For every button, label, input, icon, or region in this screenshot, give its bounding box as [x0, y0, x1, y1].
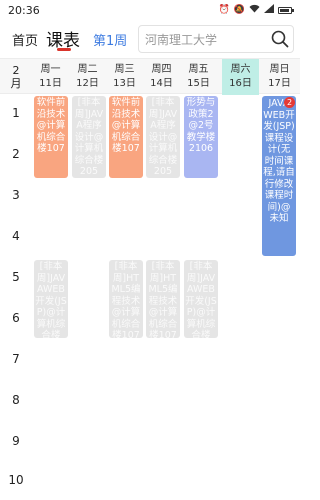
month-label: 2 月: [0, 59, 32, 95]
day-name: 周六: [230, 64, 251, 75]
home-tab[interactable]: 首页: [12, 30, 38, 49]
wifi-icon: [249, 4, 260, 16]
search-box[interactable]: 河南理工大学: [138, 25, 294, 53]
period-label: 5: [12, 269, 20, 284]
course-block[interactable]: 软件前沿技术@计算机综合楼107: [109, 96, 143, 178]
period-label: 7: [12, 351, 20, 366]
day-date: 16日: [229, 78, 252, 89]
course-text: [非本周]JAVA程序设计@计算机综合楼205: [74, 97, 104, 177]
day-date: 12日: [76, 78, 99, 89]
period-label: 2: [12, 146, 20, 161]
top-nav: 首页 课表 第1周 河南理工大学: [0, 20, 300, 58]
day-name: 周日: [269, 64, 290, 75]
search-input[interactable]: 河南理工大学: [145, 31, 267, 48]
period-label: 4: [12, 228, 20, 243]
month-number: 2: [12, 64, 20, 77]
course-block[interactable]: [非本周]JAVA程序设计@计算机综合楼205: [72, 96, 106, 178]
day-header-sat: 周六 16日: [222, 59, 259, 95]
course-text: 软件前沿技术@计算机综合楼107: [36, 97, 66, 154]
day-name: 周四: [151, 64, 172, 75]
day-date: 11日: [39, 78, 62, 89]
course-block[interactable]: [非本周]HTML5编程技术@计算机综合楼107: [146, 260, 180, 338]
day-name: 周三: [114, 64, 135, 75]
month-unit: 月: [10, 77, 22, 90]
day-name: 周五: [188, 64, 209, 75]
course-block[interactable]: [非本周]JAVA程序设计@计算机综合楼205: [146, 96, 180, 178]
week-selector[interactable]: 第1周: [93, 30, 127, 49]
period-label: 8: [12, 392, 20, 407]
period-label: 1: [12, 105, 20, 120]
battery-icon: [278, 6, 294, 14]
day-date: 15日: [187, 78, 210, 89]
course-block[interactable]: [非本周]JAVAWEB开发(JSP)@计算机综合楼: [184, 260, 218, 338]
course-text: [非本周]HTML5编程技术@计算机综合楼107: [148, 261, 178, 338]
day-name: 周二: [77, 64, 98, 75]
period-label: 9: [12, 433, 20, 448]
status-icons: ⏰ 🔕: [218, 4, 294, 16]
day-header-sun: 周日 17日: [261, 59, 298, 95]
course-text: 形势与政策2@2号教学楼2106: [186, 97, 216, 154]
course-text: [非本周]JAVA程序设计@计算机综合楼205: [148, 97, 178, 177]
day-header-thu: 周四 14日: [143, 59, 180, 95]
alarm-icon: ⏰: [218, 5, 230, 15]
course-count-badge: 2: [284, 97, 295, 108]
course-block[interactable]: 软件前沿技术@计算机综合楼107: [34, 96, 68, 178]
active-tab-indicator: [57, 48, 71, 51]
course-text: [非本周]HTML5编程技术@计算机综合楼107: [111, 261, 141, 338]
course-block[interactable]: 形势与政策2@2号教学楼2106: [184, 96, 218, 178]
mute-icon: 🔕: [233, 5, 245, 15]
day-header-mon: 周一 11日: [32, 59, 69, 95]
course-text: [非本周]JAVAWEB开发(JSP)@计算机综合楼: [35, 261, 67, 338]
day-header-tue: 周二 12日: [69, 59, 106, 95]
course-text: [非本周]JAVAWEB开发(JSP)@计算机综合楼: [185, 261, 217, 338]
search-icon[interactable]: [267, 26, 293, 52]
course-block[interactable]: JAVA WEB开发(JSP)课程设计(无时间课程,请自行修改课程时间)@未知 …: [262, 96, 296, 256]
day-date: 17日: [268, 78, 291, 89]
status-time: 20:36: [8, 3, 40, 17]
day-date: 14日: [150, 78, 173, 89]
period-label: 10: [8, 472, 24, 487]
course-block[interactable]: [非本周]JAVAWEB开发(JSP)@计算机综合楼: [34, 260, 68, 338]
period-label: 6: [12, 310, 20, 325]
course-text: JAVA WEB开发(JSP)课程设计(无时间课程,请自行修改课程时间)@未知: [263, 98, 295, 224]
day-date: 13日: [113, 78, 136, 89]
signal-icon: [264, 4, 274, 16]
period-label: 3: [12, 187, 20, 202]
course-text: 软件前沿技术@计算机综合楼107: [111, 97, 141, 154]
day-header-wed: 周三 13日: [106, 59, 143, 95]
day-header-fri: 周五 15日: [180, 59, 217, 95]
day-name: 周一: [40, 64, 61, 75]
course-block[interactable]: [非本周]HTML5编程技术@计算机综合楼107: [109, 260, 143, 338]
week-header: 2 月 周一 11日 周二 12日 周三 13日 周四 14日 周五 15日 周…: [0, 58, 300, 95]
status-bar: 20:36 ⏰ 🔕: [0, 0, 300, 20]
